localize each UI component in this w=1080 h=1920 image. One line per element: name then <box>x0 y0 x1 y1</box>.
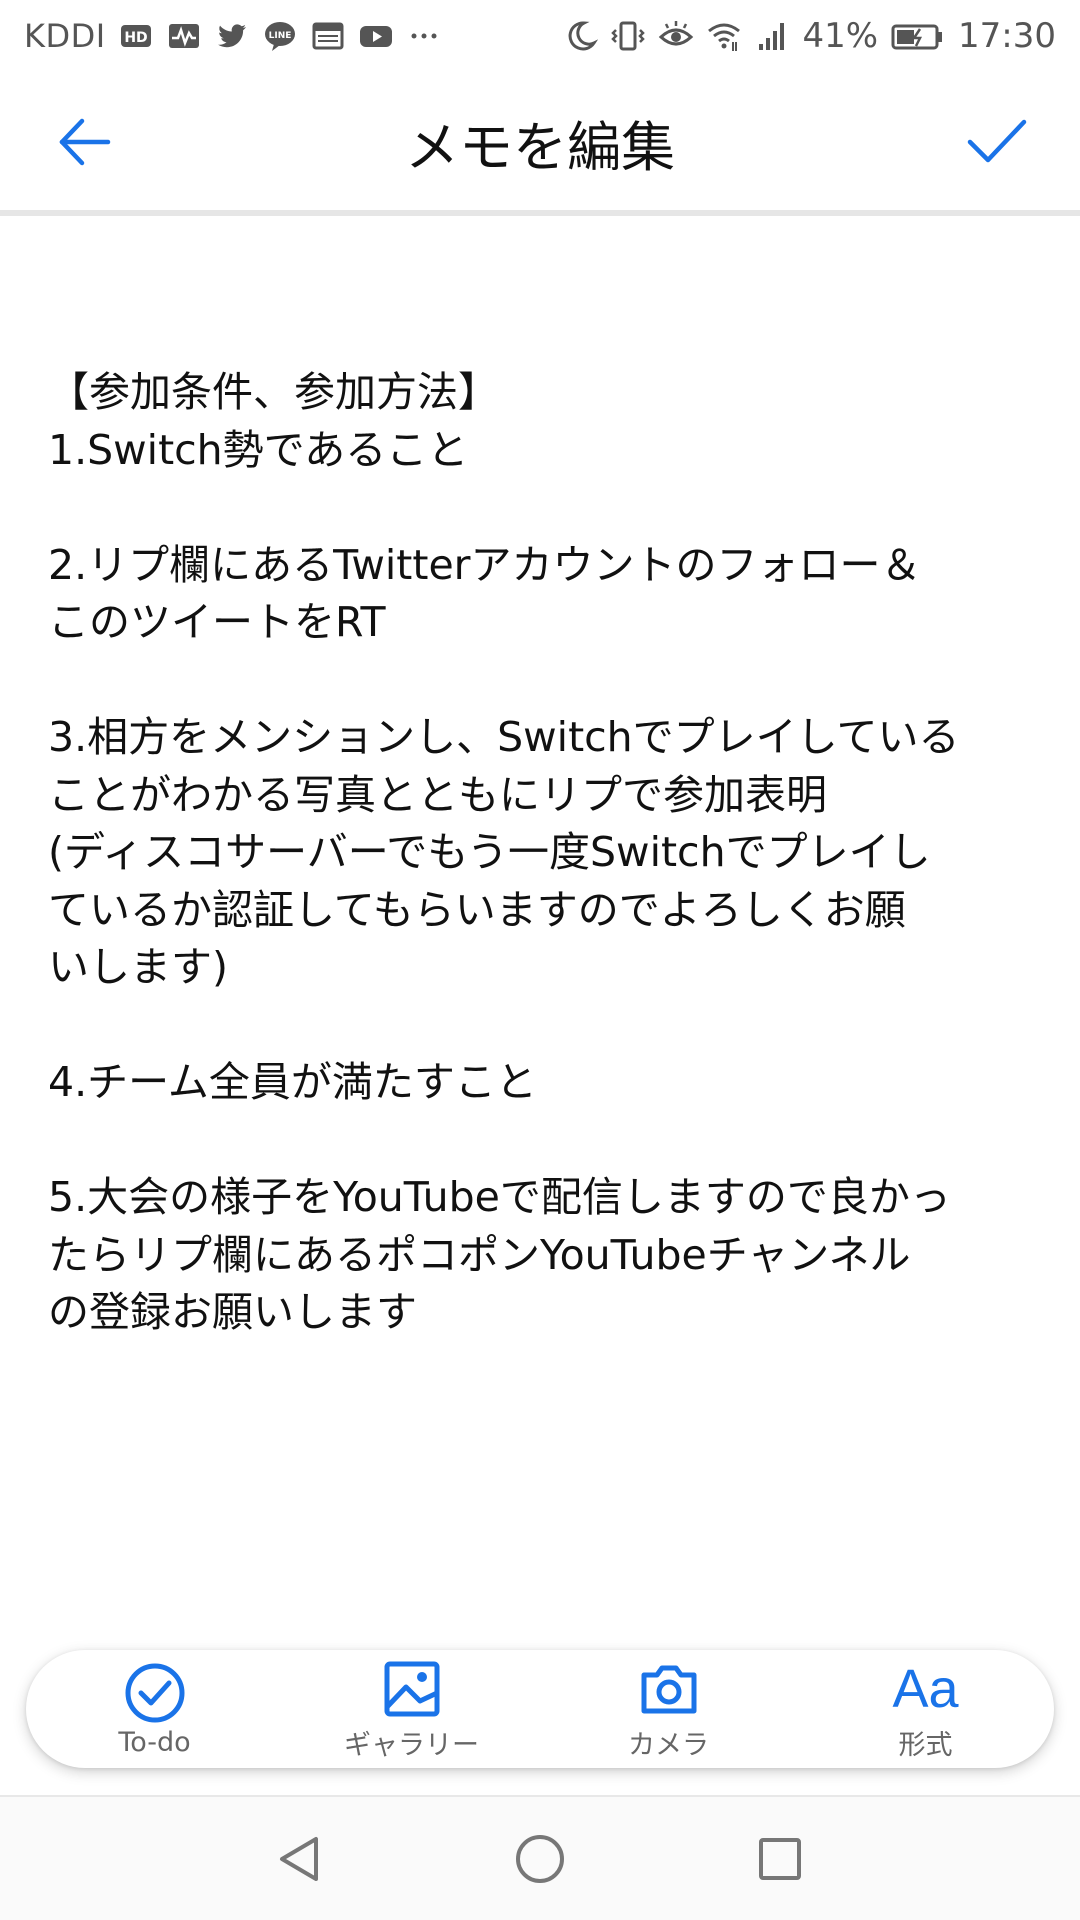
activity-icon <box>166 18 202 54</box>
memo-edit-screen: KDDI HD LINE 41% 17:30 メモを編集 【参加条件、参加方法】… <box>0 0 1080 1920</box>
status-left: KDDI HD LINE <box>24 17 442 55</box>
battery-icon <box>890 18 946 54</box>
more-icon <box>406 18 442 54</box>
page-title: メモを編集 <box>405 115 675 179</box>
status-right: 41% 17:30 <box>562 16 1056 56</box>
twitter-icon <box>214 18 250 54</box>
youtube-icon <box>358 18 394 54</box>
memo-line <box>48 997 1038 1055</box>
eye-icon <box>658 18 694 54</box>
memo-line <box>48 479 1038 537</box>
check-icon <box>967 119 1027 163</box>
camera-icon <box>637 1657 701 1721</box>
system-nav-bar <box>0 1797 1080 1920</box>
memo-line: 【参加条件、参加方法】 <box>48 368 499 416</box>
app-bar-divider <box>0 210 1080 216</box>
memo-line: ているか認証してもらいますのでよろしくお願 <box>48 885 906 934</box>
todo-label: To-do <box>118 1726 191 1758</box>
home-circle-icon <box>516 1834 564 1883</box>
memo-line: 5.大会の様子をYouTubeで配信しますので良かっ <box>48 1173 951 1221</box>
wifi-icon <box>706 18 742 54</box>
signal-icon <box>754 18 790 54</box>
line-icon: LINE <box>262 18 298 54</box>
svg-text:HD: HD <box>124 30 147 46</box>
text-format-icon: Aa <box>892 1657 959 1721</box>
carrier-name: KDDI <box>24 17 106 55</box>
memo-line: たらリプ欄にあるポコポンYouTubeチャンネル <box>48 1230 911 1279</box>
memo-line: 2.リプ欄にあるTwitterアカウントのフォロー＆ <box>48 540 922 589</box>
back-triangle-icon <box>280 1836 318 1881</box>
memo-line: 1.Switch勢であること <box>48 425 469 474</box>
todo-button[interactable]: To-do <box>55 1650 255 1768</box>
back-button[interactable] <box>36 94 132 190</box>
news-icon <box>310 18 346 54</box>
clock: 17:30 <box>958 16 1056 56</box>
memo-line <box>48 1112 1038 1170</box>
format-glyph: Aa <box>892 1658 959 1719</box>
format-label: 形式 <box>898 1729 953 1761</box>
status-bar: KDDI HD LINE 41% 17:30 <box>0 0 1080 72</box>
todo-check-icon <box>123 1661 187 1725</box>
nav-home-button[interactable] <box>495 1814 585 1904</box>
nav-recents-button[interactable] <box>735 1814 825 1904</box>
camera-button[interactable]: カメラ <box>569 1650 769 1768</box>
format-button[interactable]: Aa 形式 <box>826 1650 1026 1768</box>
battery-percent: 41% <box>802 16 879 56</box>
gallery-button[interactable]: ギャラリー <box>312 1650 512 1768</box>
editor-toolbar: To-do ギャラリー カメラ Aa 形式 <box>26 1650 1054 1768</box>
memo-line: (ディスコサーバーでもう一度Switchでプレイし <box>48 828 931 876</box>
arrow-left-icon <box>59 118 111 166</box>
app-bar: メモを編集 <box>0 72 1080 212</box>
memo-line: ことがわかる写真とともにリプで参加表明 <box>48 770 827 819</box>
hd-icon: HD <box>118 18 154 54</box>
memo-line: の登録お願いします <box>48 1288 417 1336</box>
gallery-image-icon <box>380 1657 444 1721</box>
svg-text:LINE: LINE <box>268 31 291 41</box>
memo-line: 4.チーム全員が満たすこと <box>48 1058 537 1106</box>
memo-line <box>48 652 1038 710</box>
memo-line: このツイートをRT <box>48 598 386 646</box>
moon-icon <box>562 18 599 54</box>
camera-label: カメラ <box>628 1729 709 1761</box>
memo-line: いします) <box>48 943 228 991</box>
nav-back-button[interactable] <box>255 1814 345 1904</box>
vibrate-icon <box>610 18 646 54</box>
memo-text-editor[interactable]: 【参加条件、参加方法】 1.Switch勢であること 2.リプ欄にあるTwitte… <box>48 364 1038 1342</box>
gallery-label: ギャラリー <box>344 1729 479 1761</box>
recents-square-icon <box>759 1837 801 1880</box>
save-button[interactable] <box>948 94 1044 190</box>
memo-line: 3.相方をメンションし、Switchでプレイしている <box>48 713 960 761</box>
